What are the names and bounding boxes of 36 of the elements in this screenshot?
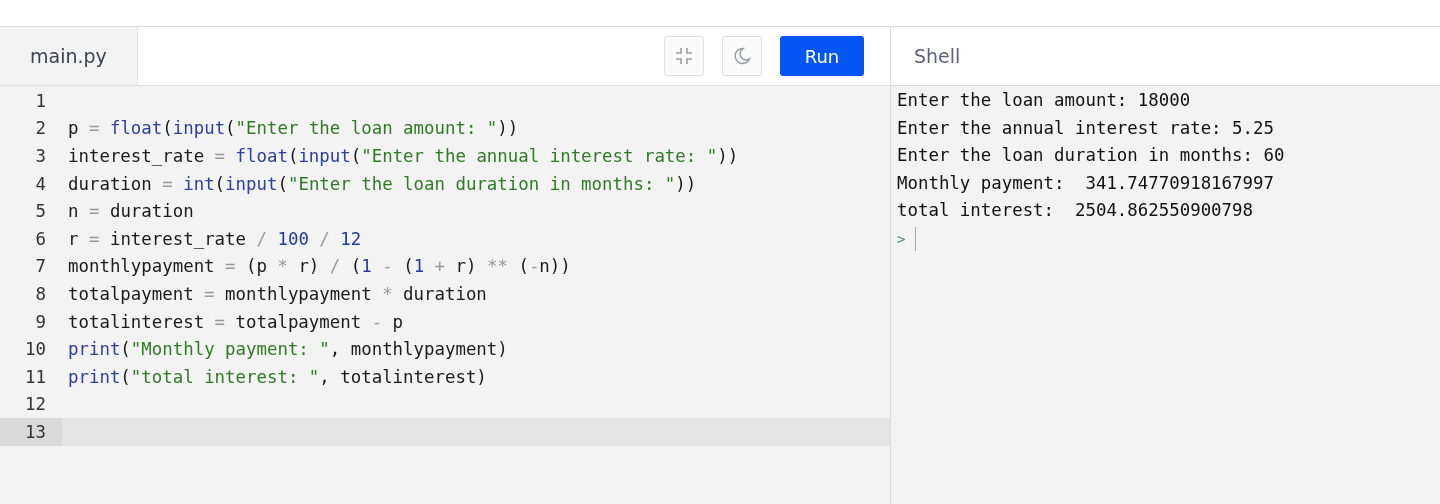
line-number: 4 (34, 173, 46, 194)
shell-output-line: Enter the loan amount: 18000 (897, 89, 1192, 112)
line-number: 9 (34, 311, 46, 332)
line-number: 6 (34, 228, 46, 249)
code-line: totalinterest = totalpayment - p (68, 311, 404, 332)
shell-output-line: Monthly payment: 341.74770918167997 (897, 171, 1275, 195)
code-line: duration = int(input("Enter the loan duration in months: ")) (68, 173, 697, 194)
line-number: 12 (24, 394, 46, 415)
code-line: r = interest_rate / 100 / 12 (68, 228, 362, 249)
code-line: print("Monthly payment: ", monthlypayment) (68, 339, 508, 360)
line-number: 7 (34, 256, 46, 277)
run-button[interactable]: Run (780, 36, 864, 76)
shell-output-line: Enter the loan duration in months: 60 (897, 144, 1286, 168)
line-number: 13 (0, 418, 62, 446)
code-line: n = duration (68, 201, 194, 222)
line-number: 10 (24, 339, 46, 360)
line-number: 8 (34, 283, 46, 304)
moon-icon (732, 46, 752, 66)
text-cursor (915, 226, 917, 251)
line-number: 1 (34, 90, 46, 111)
collapse-icon (674, 46, 694, 66)
line-number: 2 (34, 118, 46, 139)
shell-title: Shell (914, 45, 961, 67)
code-line: print("total interest: ", totalinterest) (68, 366, 487, 387)
minimize-button[interactable] (664, 36, 704, 76)
line-number: 5 (34, 201, 46, 222)
line-number: 3 (34, 146, 46, 166)
shell-output-line: total interest: 2504.862550900798 (897, 199, 1254, 223)
code-line: totalpayment = monthlypayment * duration (68, 283, 487, 304)
shell-prompt: > (897, 230, 906, 247)
theme-button[interactable] (722, 36, 762, 76)
code-line: interest_rate = float(input("Enter the annual interest rate: ")) (68, 146, 739, 166)
code-line: monthlypayment = (p * r) / (1 - (1 + r) ** (-n)) (68, 256, 571, 277)
line-number: 11 (24, 366, 46, 387)
code-line: p = float(input("Enter the loan amount: ")) (68, 118, 519, 139)
shell-output-line: Enter the annual interest rate: 5.25 (897, 116, 1275, 140)
